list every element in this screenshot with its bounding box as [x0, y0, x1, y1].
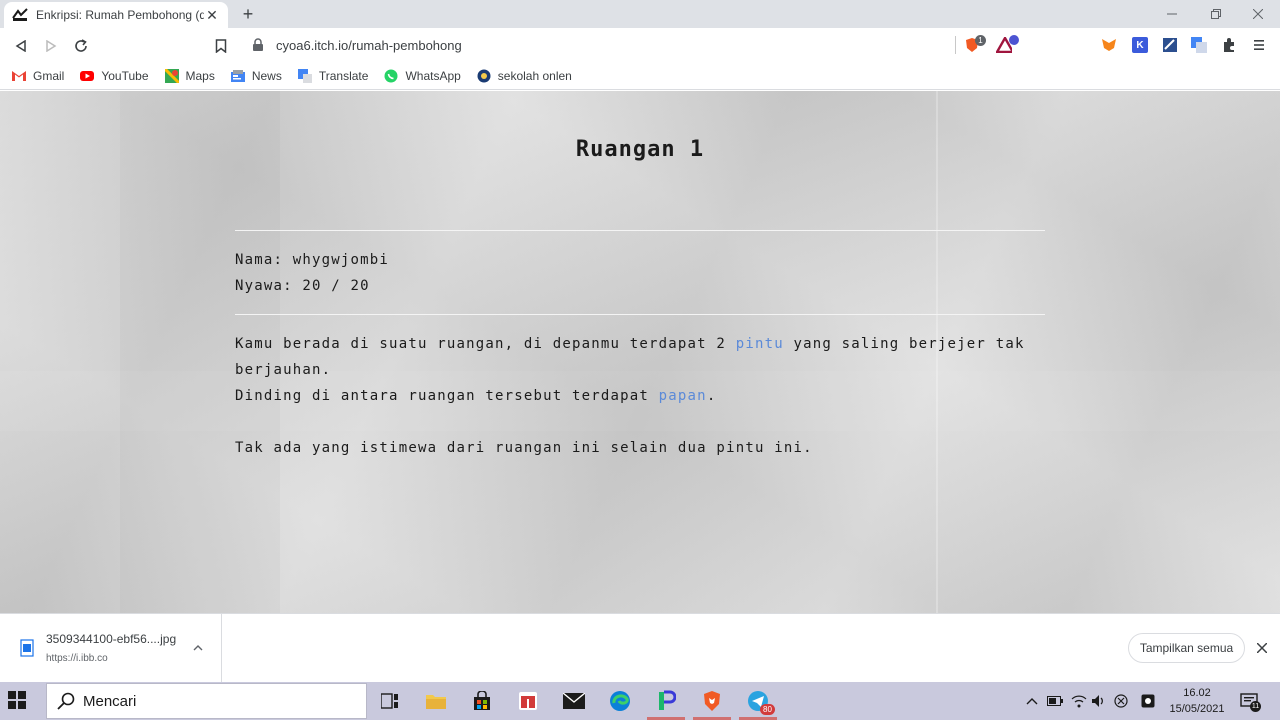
description-paragraph-3: Tak ada yang istimewa dari ruangan ini s… — [235, 440, 813, 456]
lock-icon — [252, 38, 266, 52]
whatsapp-icon — [384, 69, 398, 83]
address-bar[interactable]: cyoa6.itch.io/rumah-pembohong — [242, 32, 954, 58]
room-title: Ruangan 1 — [575, 137, 705, 162]
download-shelf: 3509344100-ebf56....jpg https://i.ibb.co… — [0, 613, 1280, 682]
tab-title: Enkripsi: Rumah Pembohong (den — [36, 8, 204, 22]
reader-extension-icon[interactable] — [1162, 37, 1178, 53]
clock-time: 16.02 — [1183, 687, 1211, 699]
player-health: Nyawa: 20 / 20 — [235, 278, 370, 294]
address-separator — [955, 36, 956, 54]
translate-icon — [297, 68, 312, 83]
bookmark-label: Gmail — [33, 68, 65, 83]
gift-app-icon[interactable] — [505, 682, 551, 720]
itchio-favicon-icon — [12, 7, 28, 23]
text-span: Kamu berada di suatu ruangan, di depanmu… — [235, 336, 736, 352]
google-translate-extension-icon[interactable] — [1191, 37, 1207, 53]
k-extension-icon[interactable]: K — [1132, 37, 1148, 53]
search-placeholder: Mencari — [83, 692, 137, 710]
volume-icon[interactable] — [1091, 693, 1107, 709]
player-stats: Nama: whygwjombi Nyawa: 20 / 20 — [235, 247, 389, 299]
clock-date: 15/05/2021 — [1169, 703, 1225, 715]
show-all-downloads-button[interactable]: Tampilkan semua — [1128, 633, 1245, 663]
brave-shields-badge: 1 — [975, 35, 986, 46]
news-icon — [230, 69, 245, 83]
chevron-up-tray-icon[interactable] — [1024, 693, 1040, 709]
text-span: . — [706, 388, 717, 404]
game-page: Ruangan 1 Nama: whygwjombi Nyawa: 20 / 2… — [0, 91, 1280, 613]
telegram-badge: 80 — [760, 704, 775, 715]
bookmark-whatsapp[interactable]: WhatsApp — [384, 68, 461, 83]
bookmark-label: Maps — [185, 68, 215, 83]
bookmark-news[interactable]: News — [230, 68, 282, 83]
browser-toolbar: cyoa6.itch.io/rumah-pembohong 1 K — [0, 28, 1280, 62]
new-tab-button[interactable]: + — [238, 4, 258, 24]
image-file-icon — [20, 639, 34, 657]
forward-icon[interactable] — [40, 35, 62, 57]
restore-icon[interactable] — [1194, 0, 1238, 28]
taskbar-clock[interactable]: 16.02 15/05/2021 — [1160, 685, 1234, 717]
file-explorer-icon[interactable] — [413, 682, 459, 720]
telegram-icon[interactable]: 80 — [735, 682, 781, 720]
store-icon[interactable] — [459, 682, 505, 720]
menu-icon[interactable] — [1251, 37, 1267, 53]
brave-rewards-badge-icon — [1009, 35, 1019, 45]
tab-strip: Enkripsi: Rumah Pembohong (den ✕ + — [0, 0, 1280, 28]
maps-icon — [164, 68, 179, 83]
bookmark-maps[interactable]: Maps — [164, 68, 215, 83]
bookmark-gmail[interactable]: Gmail — [12, 69, 64, 83]
wifi-icon[interactable] — [1071, 693, 1087, 709]
close-window-icon[interactable] — [1236, 0, 1280, 28]
bookmark-label: sekolah onlen — [497, 68, 572, 83]
divider-top — [235, 230, 1045, 231]
brave-browser-icon[interactable] — [689, 682, 735, 720]
bookmarks-bar: Gmail YouTube Maps News Translate WhatsA… — [0, 62, 1280, 90]
bookmark-sekolah-onlen[interactable]: sekolah onlen — [477, 69, 572, 83]
task-view-icon[interactable] — [367, 682, 413, 720]
divider-bottom — [235, 314, 1045, 315]
youtube-icon — [80, 69, 95, 83]
metamask-icon[interactable] — [1101, 37, 1117, 53]
green-app-icon[interactable] — [643, 682, 689, 720]
download-item[interactable]: 3509344100-ebf56....jpg https://i.ibb.co — [0, 614, 222, 682]
papan-link[interactable]: papan — [659, 388, 707, 404]
reload-icon[interactable] — [70, 35, 92, 57]
chevron-up-icon[interactable] — [190, 640, 206, 656]
battery-icon[interactable] — [1047, 693, 1063, 709]
bookmark-label: YouTube — [101, 68, 149, 83]
pintu-link[interactable]: pintu — [736, 336, 784, 352]
edge-icon[interactable] — [597, 682, 643, 720]
extensions-puzzle-icon[interactable] — [1221, 37, 1237, 53]
room-description: Kamu berada di suatu ruangan, di depanmu… — [235, 331, 1025, 461]
taskbar-search[interactable]: Mencari — [46, 683, 367, 719]
windows-taskbar: Mencari 80 16.02 15/05/2021 11 — [0, 682, 1280, 720]
download-source: https://i.ibb.co — [46, 653, 108, 664]
search-icon — [57, 692, 75, 710]
download-filename: 3509344100-ebf56....jpg — [46, 632, 177, 646]
browser-tab[interactable]: Enkripsi: Rumah Pembohong (den ✕ — [4, 2, 228, 28]
bookmark-label: Translate — [318, 68, 369, 83]
back-icon[interactable] — [10, 35, 32, 57]
minimize-icon[interactable] — [1150, 0, 1194, 28]
gmail-icon — [12, 69, 26, 83]
bookmark-label: WhatsApp — [405, 68, 461, 83]
description-paragraph-1: Kamu berada di suatu ruangan, di depanmu… — [235, 331, 1025, 383]
bookmark-translate[interactable]: Translate — [297, 68, 369, 83]
text-span: Dinding di antara ruangan tersebut terda… — [235, 388, 659, 404]
sekolah-icon — [477, 69, 491, 83]
description-paragraph-2: Dinding di antara ruangan tersebut terda… — [235, 383, 1025, 409]
tab-close-icon[interactable]: ✕ — [204, 7, 220, 23]
close-shelf-icon[interactable] — [1253, 639, 1271, 657]
url-text: cyoa6.itch.io/rumah-pembohong — [276, 37, 462, 53]
player-name: Nama: whygwjombi — [235, 252, 390, 268]
bookmark-page-icon[interactable] — [210, 35, 232, 57]
bookmark-youtube[interactable]: YouTube — [80, 68, 149, 83]
mail-icon[interactable] — [551, 682, 597, 720]
security-tray-icon[interactable] — [1140, 693, 1156, 709]
bookmark-label: News — [251, 68, 282, 83]
windows-start-icon[interactable] — [8, 691, 28, 711]
notification-count: 11 — [1250, 701, 1261, 712]
power-off-icon[interactable] — [1113, 693, 1129, 709]
notification-center-icon[interactable]: 11 — [1240, 692, 1261, 712]
